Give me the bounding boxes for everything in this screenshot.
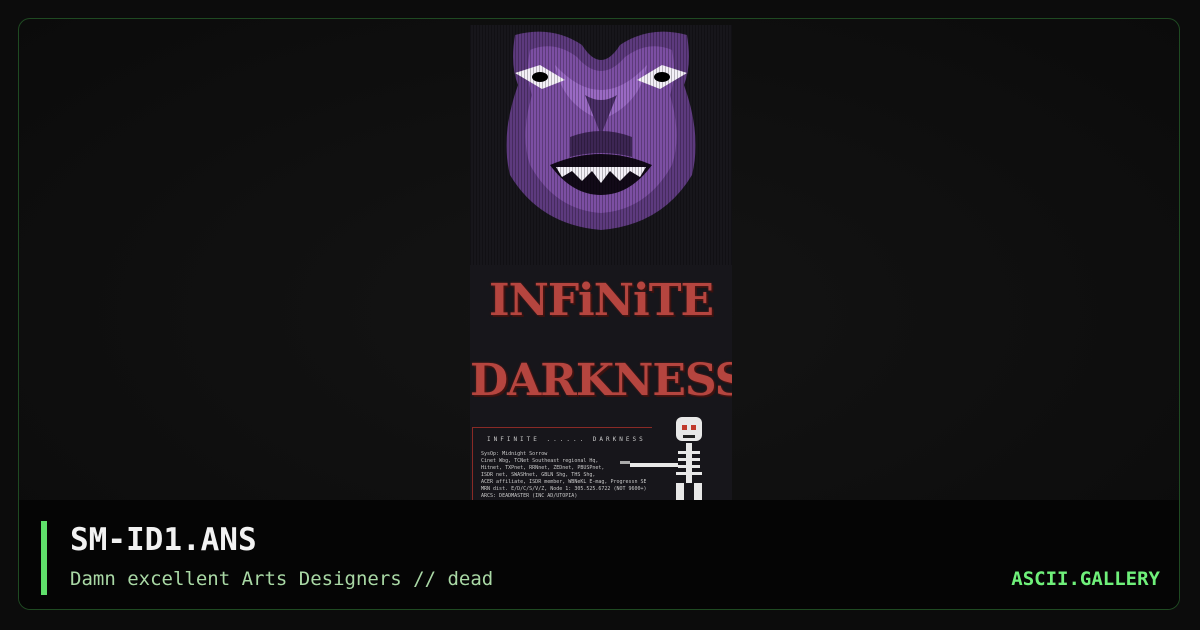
art-title-infinite: INFiNiTE xyxy=(489,275,714,326)
info-line: ACER affiliate, ISDR member, WBNeKL E-ma… xyxy=(481,479,646,485)
info-line: Cinet Wbg, TCNet Southeast regional Hq, xyxy=(481,458,599,464)
info-line: SysOp: Midnight Sorrow xyxy=(481,451,548,457)
gallery-card: INFiNiTE DARKNESS INFINITE ...... DARKNE… xyxy=(18,18,1180,610)
info-line: Hitnet, TXPnet, RRNnet, ZEDnet, PBUSPnet… xyxy=(481,465,605,471)
info-line: ARCS: DEADMASTER (INC AD/UTOPIA) xyxy=(481,493,578,499)
accent-bar xyxy=(41,521,47,595)
art-title-darkness: DARKNESS xyxy=(470,355,732,406)
info-line: MRN dist. E/D/C/S/V/Z, Node 1: 305.525.6… xyxy=(481,486,646,492)
ansi-artwork: INFiNiTE DARKNESS INFINITE ...... DARKNE… xyxy=(470,25,732,505)
caption-bar: SM-ID1.ANS Damn excellent Arts Designers… xyxy=(19,500,1179,609)
info-header: INFINITE ...... DARKNESS xyxy=(487,436,646,443)
artwork-subtitle: Damn excellent Arts Designers // dead xyxy=(70,568,494,590)
site-brand[interactable]: ASCII.GALLERY xyxy=(1011,568,1160,590)
info-line: ISDR net, SWASHnet, GBLN Shg, THS Shg, xyxy=(481,472,596,478)
bbs-info-box: INFINITE ...... DARKNESS SysOp: Midnight… xyxy=(472,427,652,505)
artwork-title: SM-ID1.ANS xyxy=(70,522,257,558)
